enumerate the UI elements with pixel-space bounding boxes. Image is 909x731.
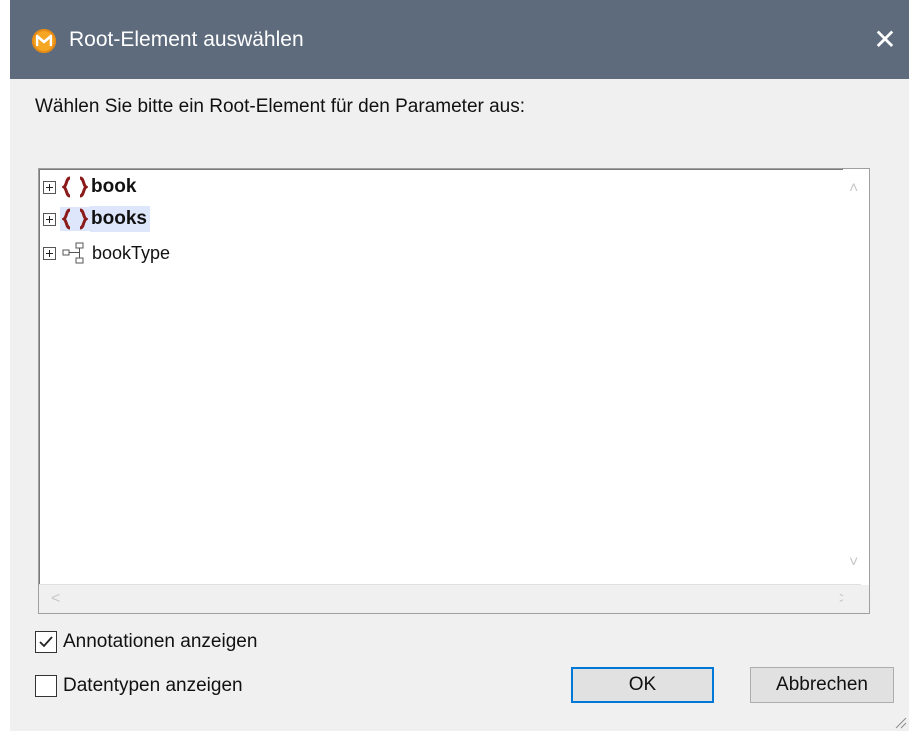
show-datatypes-option[interactable]: Datentypen anzeigen [35, 674, 243, 698]
checkmark-icon [39, 636, 53, 648]
window-title: Root-Element auswählen [69, 28, 304, 51]
show-annotations-label: Annotationen anzeigen [63, 631, 258, 652]
element-braces-icon [60, 207, 90, 231]
vertical-scrollbar[interactable]: ˄ ˅ [843, 169, 869, 584]
close-button[interactable]: ✕ [871, 22, 899, 58]
mapforce-app-icon [32, 29, 56, 53]
tree-item-booktype[interactable]: bookType [39, 238, 172, 268]
tree-item-label: bookType [92, 243, 171, 263]
tree-item-books[interactable]: books [39, 204, 150, 234]
complex-type-icon [60, 241, 90, 265]
scroll-corner [843, 585, 869, 613]
scroll-left-icon[interactable]: < [51, 591, 60, 607]
expand-icon[interactable] [43, 180, 56, 194]
tree-item-book[interactable]: book [39, 172, 139, 202]
show-annotations-option[interactable]: Annotationen anzeigen [35, 630, 257, 654]
prompt-text: Wählen Sie bitte ein Root-Element für de… [35, 96, 526, 117]
tree-item-label: book [91, 176, 137, 197]
scroll-up-icon[interactable]: ˄ [849, 181, 858, 197]
tree-item-label: books [90, 206, 150, 232]
scroll-down-icon[interactable]: ˅ [849, 555, 858, 571]
expand-icon[interactable] [43, 246, 56, 260]
ok-button[interactable]: OK [571, 667, 714, 703]
show-datatypes-checkbox[interactable] [35, 675, 57, 697]
expand-icon[interactable] [43, 212, 56, 226]
show-datatypes-label: Datentypen anzeigen [63, 675, 243, 696]
element-braces-icon [60, 175, 90, 199]
element-tree[interactable]: book books bookType ˄ ˅ < [38, 168, 870, 614]
cancel-button[interactable]: Abbrechen [750, 667, 894, 703]
horizontal-scrollbar[interactable]: < > [39, 584, 861, 613]
resize-grip-icon[interactable] [893, 715, 907, 729]
root-element-dialog: Root-Element auswählen ✕ Wählen Sie bitt… [10, 0, 909, 731]
title-bar[interactable]: Root-Element auswählen ✕ [10, 0, 909, 79]
tree-content: book books bookType [39, 169, 861, 584]
show-annotations-checkbox[interactable] [35, 631, 57, 653]
